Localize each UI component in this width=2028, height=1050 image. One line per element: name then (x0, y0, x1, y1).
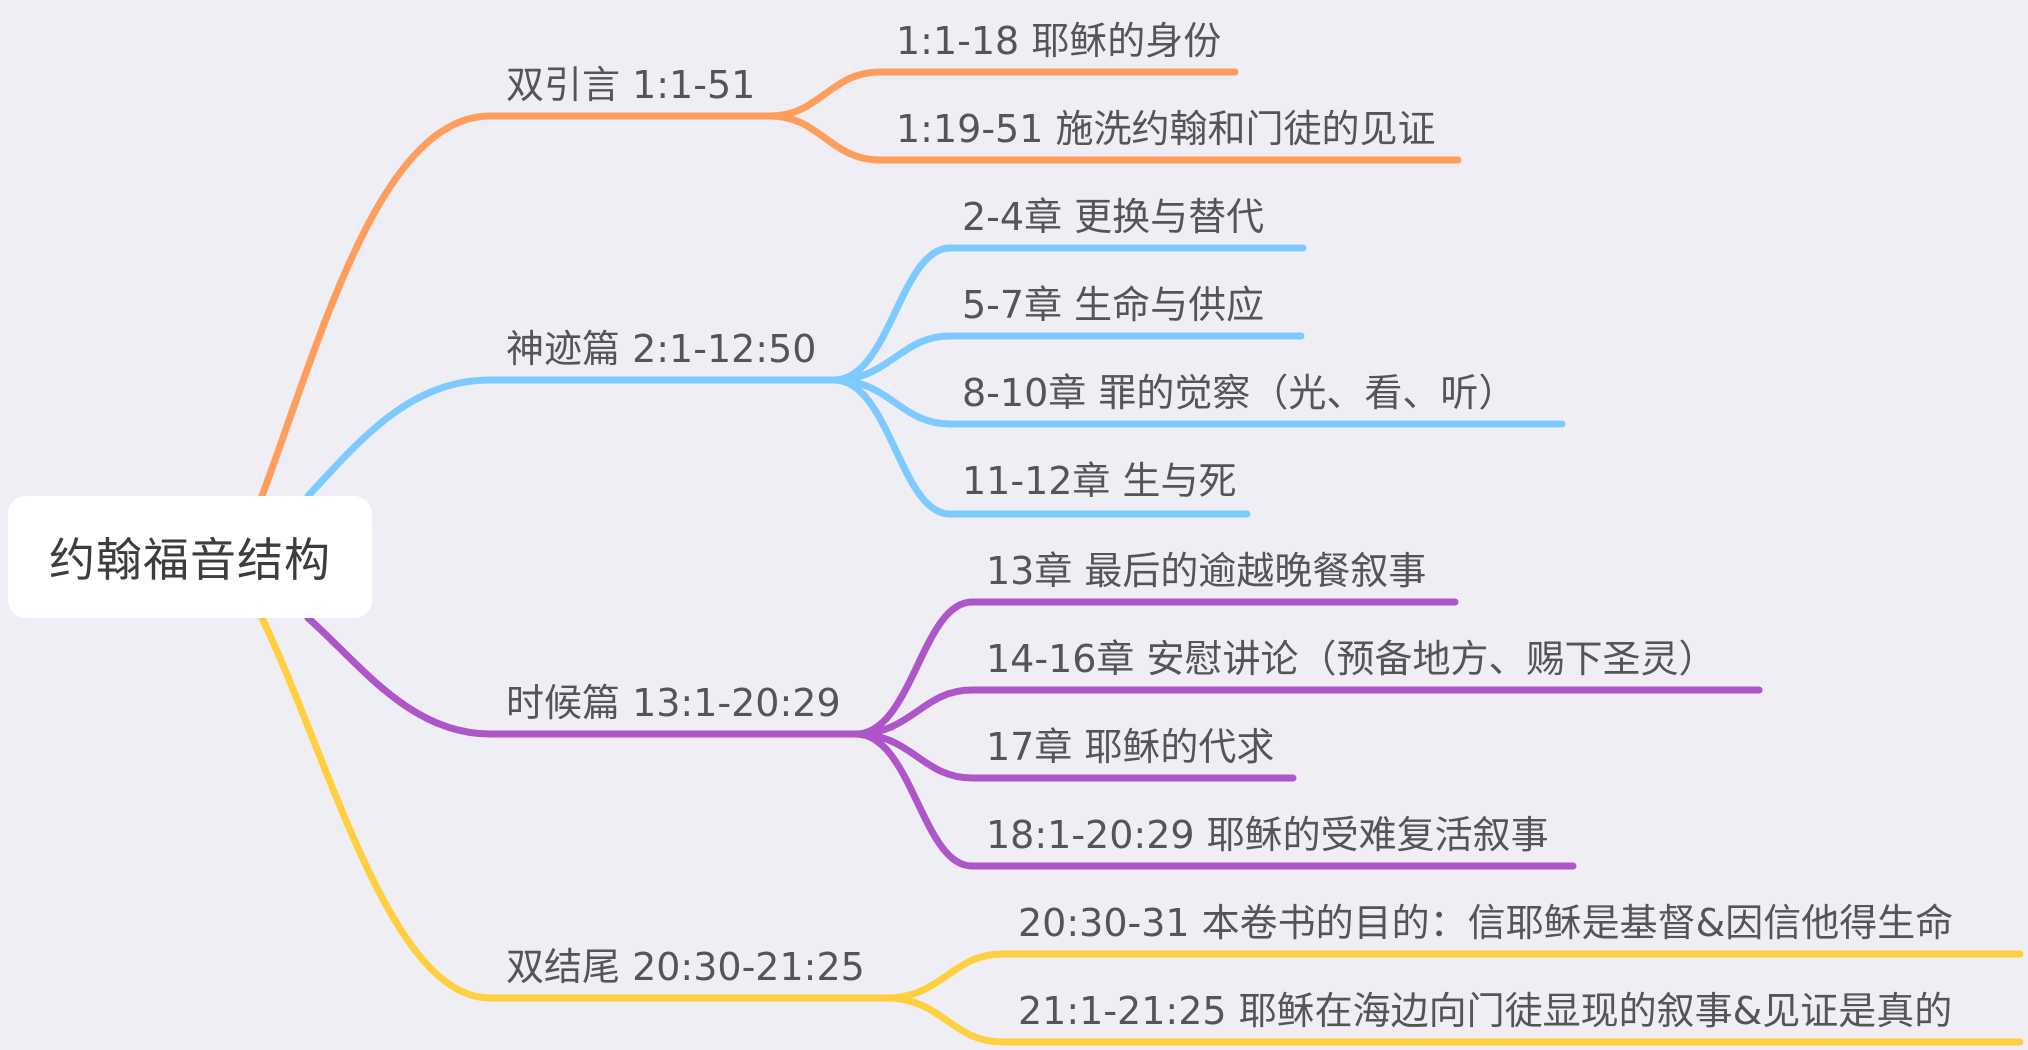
child-label-signs-4[interactable]: 11-12章 生与死 (962, 462, 1237, 500)
child-label-epilogue-2[interactable]: 21:1-21:25 耶稣在海边向门徒显现的叙事&见证是真的 (1018, 992, 1952, 1030)
child-label-signs-2[interactable]: 5-7章 生命与供应 (962, 286, 1264, 324)
child-label-hour-2[interactable]: 14-16章 安慰讲论（预备地方、赐下圣灵） (986, 640, 1717, 678)
connector-root-epilogue (258, 614, 494, 1002)
connector-root-intro (258, 112, 494, 500)
child-label-intro-2[interactable]: 1:19-51 施洗约翰和门徒的见证 (896, 110, 1435, 148)
root-title: 约翰福音结构 (49, 533, 331, 587)
child-label-signs-3[interactable]: 8-10章 罪的觉察（光、看、听） (962, 374, 1516, 412)
child-label-hour-3[interactable]: 17章 耶稣的代求 (986, 728, 1274, 766)
child-label-hour-4[interactable]: 18:1-20:29 耶稣的受难复活叙事 (986, 816, 1549, 854)
root-node[interactable]: 约翰福音结构 (8, 496, 372, 618)
connector-root-signs (304, 376, 494, 500)
child-label-epilogue-1[interactable]: 20:30-31 本卷书的目的：信耶稣是基督&因信他得生命 (1018, 904, 1953, 942)
branch-label-intro[interactable]: 双引言 1:1-51 (506, 66, 755, 104)
branch-label-signs[interactable]: 神迹篇 2:1-12:50 (506, 330, 816, 368)
connector-root-hour (304, 614, 494, 738)
child-label-intro-1[interactable]: 1:1-18 耶稣的身份 (896, 22, 1221, 60)
branch-label-hour[interactable]: 时候篇 13:1-20:29 (506, 684, 841, 722)
branch-label-epilogue[interactable]: 双结尾 20:30-21:25 (506, 948, 865, 986)
child-label-signs-1[interactable]: 2-4章 更换与替代 (962, 198, 1264, 236)
child-label-hour-1[interactable]: 13章 最后的逾越晚餐叙事 (986, 552, 1426, 590)
